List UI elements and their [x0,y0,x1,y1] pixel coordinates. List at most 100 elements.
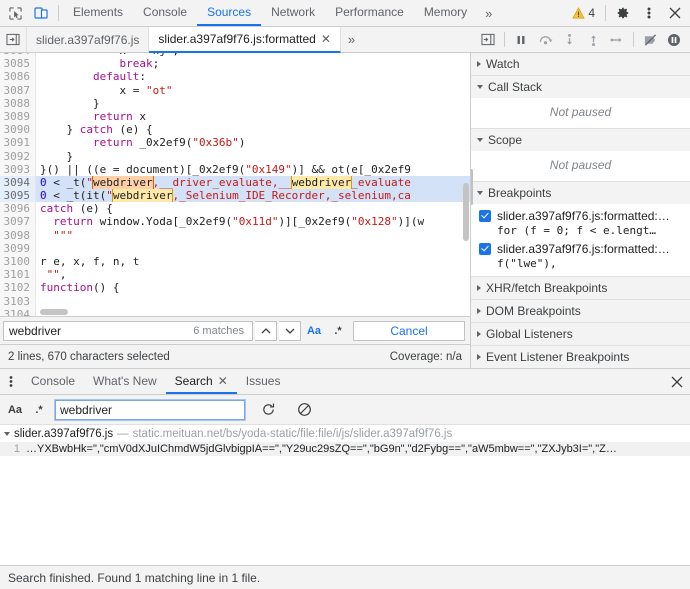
chevron-right-icon[interactable] [477,285,481,291]
sidebar-section-header[interactable]: XHR/fetch Breakpoints [471,277,690,299]
gear-icon[interactable] [610,1,636,25]
step-out-icon[interactable] [581,28,605,52]
drawer-tab-search[interactable]: Search ✕ [165,369,237,394]
tab-memory[interactable]: Memory [414,0,477,26]
chevron-right-icon[interactable] [477,308,481,314]
search-result-file[interactable]: slider.a397af9f76.js — static.meituan.ne… [0,425,690,442]
clear-icon[interactable] [291,399,317,421]
line-number[interactable]: 3091 [0,136,36,150]
close-icon[interactable]: ✕ [218,375,228,387]
code-line[interactable]: 3103 [0,294,470,308]
file-tab-slider-js-formatted[interactable]: slider.a397af9f76.js:formatted ✕ [149,27,341,53]
drawer-tab-issues[interactable]: Issues [237,369,290,394]
code-line[interactable]: 3087 x = "ot" [0,83,470,97]
show-navigator-icon[interactable] [0,27,27,52]
code-line[interactable]: 3090 } catch (e) { [0,123,470,137]
file-tabs-overflow-icon[interactable]: » [341,27,362,52]
drawer-tab-console[interactable]: Console [22,369,84,394]
match-case-toggle[interactable]: Aa [303,321,325,341]
search-input[interactable] [54,398,246,421]
find-input-wrapper[interactable]: 6 matches [3,320,253,341]
step-into-icon[interactable] [557,28,581,52]
line-number[interactable]: 3085 [0,57,36,71]
code-line[interactable]: 3094 0 < _t("webdriver,__driver_evaluate,… [0,175,470,190]
code-line[interactable]: 3099 [0,241,470,256]
code-line[interactable]: 3093}() || ((e = document)[_0x2ef9("0x14… [0,162,470,176]
show-debugger-sidebar-icon[interactable] [476,28,500,52]
step-icon[interactable] [605,28,629,52]
code-line[interactable]: 3088 } [0,96,470,110]
editor-vertical-scrollbar[interactable] [463,183,469,241]
cancel-button[interactable]: Cancel [353,320,465,341]
code-line[interactable]: 3104 [0,307,470,316]
chevron-down-icon[interactable] [477,85,483,89]
search-match-case-toggle[interactable]: Aa [4,399,26,421]
close-drawer-icon[interactable] [664,369,690,394]
breakpoint-item[interactable]: slider.a397af9f76.js:formatted:… for (f =… [471,207,690,240]
line-number[interactable]: 3089 [0,109,36,124]
sidebar-resize-handle[interactable] [471,169,473,205]
line-number[interactable]: 3093 [0,162,36,176]
tab-console[interactable]: Console [133,0,197,26]
device-toolbar-icon[interactable] [28,1,54,25]
inspect-element-icon[interactable] [2,1,28,25]
line-number[interactable]: 3099 [0,241,36,256]
sidebar-section-header[interactable]: Call Stack [471,76,690,98]
sidebar-section-header[interactable]: Scope [471,129,690,151]
file-tab-slider-js[interactable]: slider.a397af9f76.js [27,27,150,52]
tab-elements[interactable]: Elements [63,0,133,26]
code-line[interactable]: 3096 catch (e) { [0,202,470,216]
find-input[interactable] [9,323,188,338]
warning-badge[interactable]: 4 [566,6,601,20]
code-line[interactable]: 3098 """ [0,228,470,242]
tab-performance[interactable]: Performance [325,0,414,26]
line-number[interactable]: 3098 [0,228,36,242]
drawer-tab-whats-new[interactable]: What's New [84,369,166,394]
chevron-right-icon[interactable] [477,354,481,360]
chevron-down-icon[interactable] [4,432,10,436]
sidebar-section-header[interactable]: DOM Breakpoints [471,300,690,322]
sidebar-section-header[interactable]: Breakpoints [471,182,690,204]
chevron-down-icon[interactable] [477,138,483,142]
code-line[interactable]: 3101 "", [0,268,470,282]
line-number[interactable]: 3103 [0,294,36,308]
pause-script-icon[interactable] [509,28,533,52]
sidebar-section-header[interactable]: Global Listeners [471,323,690,345]
sidebar-section-header[interactable]: Event Listener Breakpoints [471,346,690,368]
step-over-icon[interactable] [533,28,557,52]
code-line[interactable]: 3085 break; [0,57,470,71]
chevron-down-icon[interactable] [477,191,483,195]
kebab-menu-icon[interactable] [0,369,22,394]
code-editor[interactable]: 3084 x = "nj";3085 break;3086 default:30… [0,53,470,316]
close-icon[interactable] [662,1,688,25]
code-line[interactable]: 3092 } [0,149,470,163]
line-number[interactable]: 3092 [0,149,36,163]
line-number[interactable]: 3088 [0,96,36,110]
breakpoint-item[interactable]: slider.a397af9f76.js:formatted:… f("lwe")… [471,240,690,273]
code-line[interactable]: 3086 default: [0,70,470,84]
chevron-right-icon[interactable] [477,331,481,337]
line-number[interactable]: 3094 [0,175,36,190]
code-line[interactable]: 3100 r e, x, f, n, t [0,255,470,269]
search-regex-toggle[interactable]: .* [28,399,50,421]
line-number[interactable]: 3096 [0,202,36,216]
tab-sources[interactable]: Sources [197,0,262,26]
line-number[interactable]: 3097 [0,215,36,229]
line-number[interactable]: 3101 [0,268,36,282]
line-number[interactable]: 3087 [0,83,36,97]
line-number[interactable]: 3102 [0,281,36,295]
tab-network[interactable]: Network [261,0,325,26]
line-number[interactable]: 3090 [0,123,36,137]
refresh-icon[interactable] [255,399,281,421]
panel-tabs-overflow-icon[interactable]: » [477,0,500,26]
sidebar-section-header[interactable]: Watch [471,53,690,75]
code-line[interactable]: 3089 return x [0,109,470,124]
line-number[interactable]: 3104 [0,307,36,316]
pause-on-exceptions-icon[interactable] [662,28,686,52]
breakpoint-checkbox[interactable] [479,243,491,255]
kebab-menu-icon[interactable] [636,1,662,25]
code-line[interactable]: 3097 return window.Yoda[_0x2ef9("0x11d")… [0,215,470,229]
code-line[interactable]: 3102 function() { [0,281,470,295]
find-next-button[interactable] [279,320,301,341]
line-number[interactable]: 3095 [0,189,36,203]
